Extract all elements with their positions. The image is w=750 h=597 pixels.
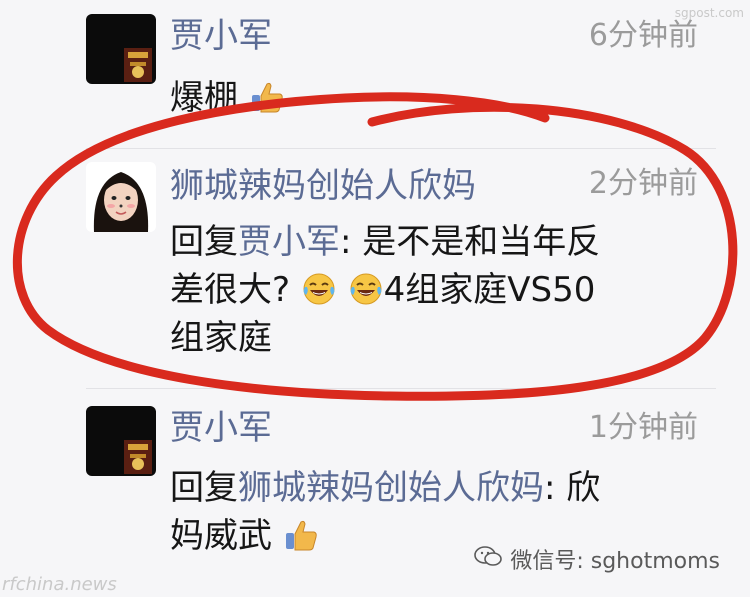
wechat-icon	[474, 545, 503, 573]
comment-text-content: : 是不是和当年反	[340, 222, 601, 262]
laughing-tears-icon	[301, 271, 337, 307]
comment-text-content: 爆棚	[170, 78, 238, 118]
comment-author[interactable]: 狮城辣妈创始人欣妈	[170, 166, 476, 206]
comment-author[interactable]: 贾小军	[170, 16, 272, 56]
avatar[interactable]	[86, 162, 156, 232]
comment-line-1: 回复贾小军: 是不是和当年反	[170, 218, 600, 266]
avatar-image	[86, 162, 156, 232]
comment-text-content: 差很大?	[170, 270, 291, 310]
avatar[interactable]	[86, 14, 156, 84]
reply-prefix: 回复	[170, 468, 238, 508]
comment-time: 1分钟前	[588, 410, 698, 445]
divider	[86, 148, 716, 149]
comment-item: 贾小军 6分钟前 爆棚	[0, 0, 750, 140]
avatar[interactable]	[86, 406, 156, 476]
comment-text-content: 妈威武	[170, 516, 272, 556]
avatar-image	[86, 14, 156, 84]
comment-text: 回复贾小军: 是不是和当年反 差很大? 4组家庭VS50 组家庭	[170, 218, 600, 362]
thumbs-up-icon	[249, 79, 285, 115]
reply-prefix: 回复	[170, 222, 238, 262]
comment-line-3: 组家庭	[170, 314, 600, 362]
reply-mention[interactable]: 狮城辣妈创始人欣妈	[238, 468, 544, 508]
comment-line-2: 差很大? 4组家庭VS50	[170, 266, 600, 314]
comment-author[interactable]: 贾小军	[170, 408, 272, 448]
watermark-bottom-left: rfchina.news	[2, 574, 117, 595]
comment-time: 2分钟前	[588, 166, 698, 201]
thumbs-up-icon	[283, 517, 319, 553]
laughing-tears-icon	[348, 271, 384, 307]
divider	[86, 388, 716, 389]
comment-text-content: 组家庭	[170, 318, 272, 358]
avatar-image	[86, 406, 156, 476]
comment-text: 爆棚	[170, 74, 285, 122]
wechat-watermark: 微信号: sghotmoms	[474, 543, 720, 575]
comment-time: 6分钟前	[588, 18, 698, 53]
wechat-id: 微信号: sghotmoms	[510, 549, 720, 574]
comment-text-content: 4组家庭VS50	[383, 270, 596, 310]
comment-item: 狮城辣妈创始人欣妈 2分钟前 回复贾小军: 是不是和当年反 差很大? 4组家庭V…	[0, 150, 750, 390]
reply-mention[interactable]: 贾小军	[238, 222, 340, 262]
watermark-top: sgpost.com	[674, 6, 744, 20]
comment-line-1: 回复狮城辣妈创始人欣妈: 欣	[170, 464, 600, 512]
comment-text-content: : 欣	[544, 468, 601, 508]
